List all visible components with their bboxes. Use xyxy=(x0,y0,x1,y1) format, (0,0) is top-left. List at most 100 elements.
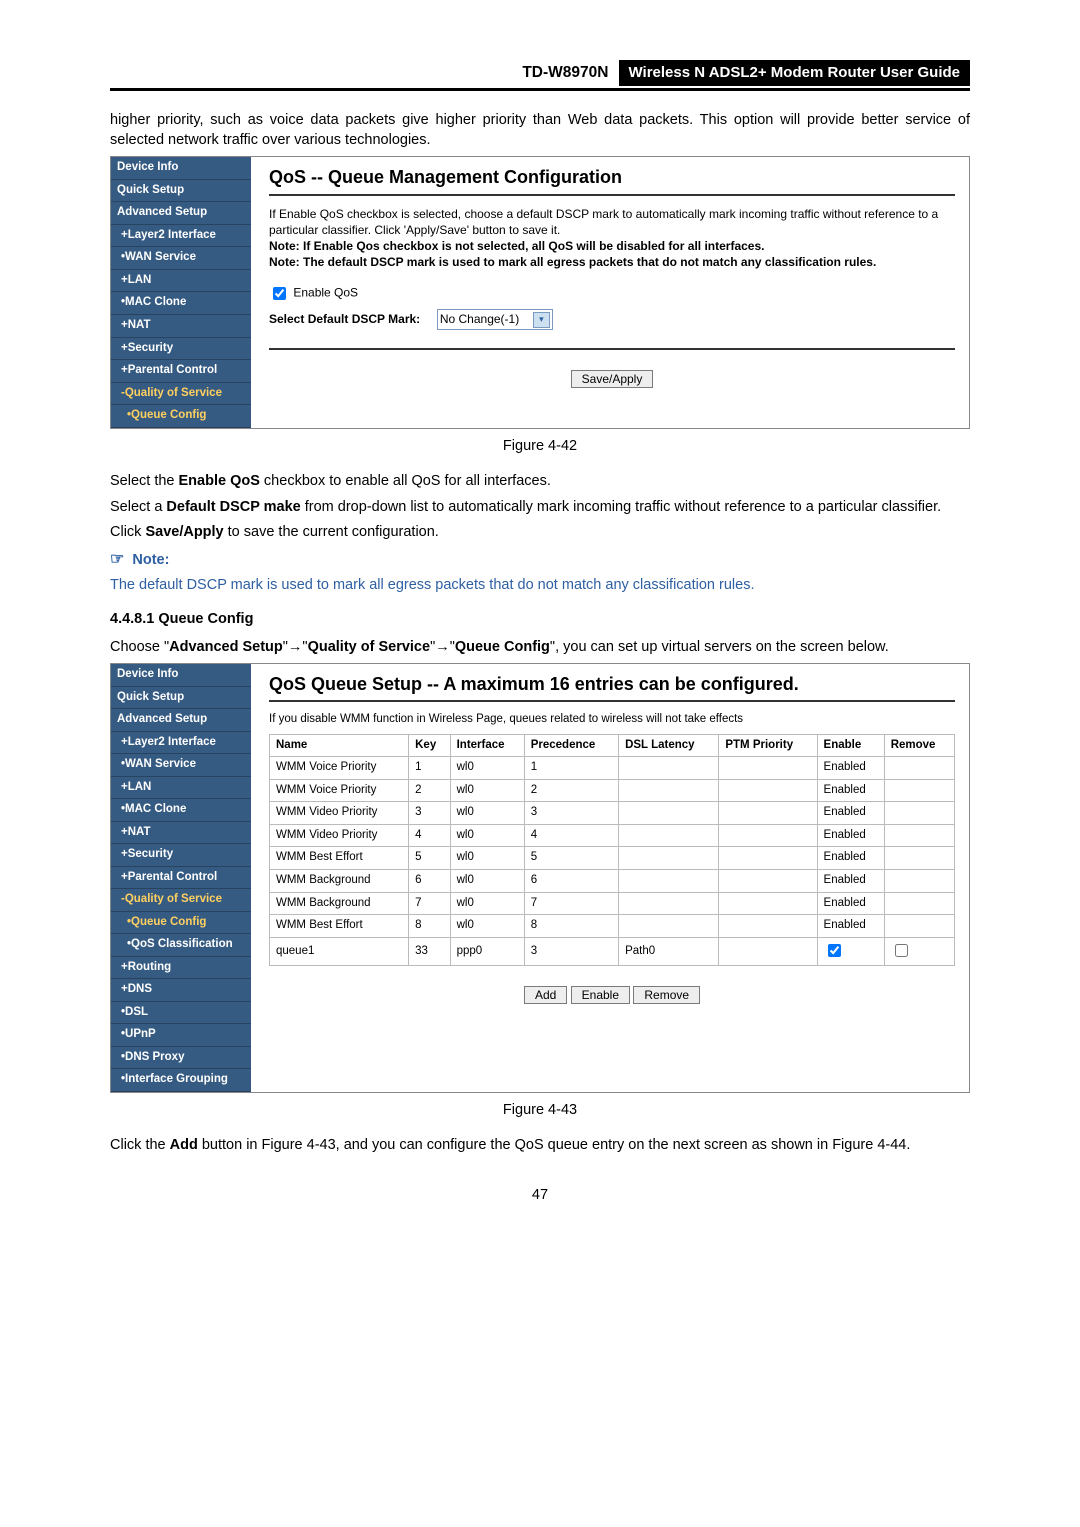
table-cell xyxy=(884,757,954,780)
table-cell xyxy=(719,915,817,938)
enable-button[interactable]: Enable xyxy=(571,986,630,1004)
table-cell: 8 xyxy=(409,915,450,938)
table-cell: WMM Background xyxy=(270,870,409,893)
sidebar-item[interactable]: +LAN xyxy=(111,777,251,800)
panel-text: Note: The default DSCP mark is used to m… xyxy=(269,254,955,270)
sidebar-item[interactable]: •MAC Clone xyxy=(111,292,251,315)
panel-text: Note: If Enable Qos checkbox is not sele… xyxy=(269,238,955,254)
router-sidebar: Device InfoQuick SetupAdvanced Setup+Lay… xyxy=(111,664,251,1092)
table-cell: 3 xyxy=(524,937,618,966)
sidebar-item[interactable]: +LAN xyxy=(111,270,251,293)
table-cell: WMM Voice Priority xyxy=(270,779,409,802)
table-row: WMM Background6wl06Enabled xyxy=(270,870,955,893)
table-cell: wl0 xyxy=(450,757,524,780)
sidebar-item[interactable]: +Layer2 Interface xyxy=(111,225,251,248)
table-cell: Enabled xyxy=(817,757,884,780)
panel-title: QoS -- Queue Management Configuration xyxy=(269,165,955,189)
enable-qos-label: Enable QoS xyxy=(293,286,358,300)
table-header: Name xyxy=(270,734,409,757)
table-cell: 5 xyxy=(524,847,618,870)
table-cell: Enabled xyxy=(817,824,884,847)
remove-checkbox[interactable] xyxy=(895,944,908,957)
save-apply-button[interactable]: Save/Apply xyxy=(571,370,654,388)
sidebar-item[interactable]: +Routing xyxy=(111,957,251,980)
table-cell: WMM Voice Priority xyxy=(270,757,409,780)
table-cell: wl0 xyxy=(450,802,524,825)
table-cell: wl0 xyxy=(450,779,524,802)
table-cell xyxy=(719,824,817,847)
sidebar-item[interactable]: •Interface Grouping xyxy=(111,1069,251,1092)
panel-text: If Enable QoS checkbox is selected, choo… xyxy=(269,206,955,238)
table-cell: 3 xyxy=(524,802,618,825)
table-cell: WMM Best Effort xyxy=(270,915,409,938)
remove-button[interactable]: Remove xyxy=(633,986,700,1004)
sidebar-item[interactable]: •DNS Proxy xyxy=(111,1047,251,1070)
table-cell xyxy=(884,802,954,825)
sidebar-item[interactable]: Device Info xyxy=(111,664,251,687)
body-text: Click Save/Apply to save the current con… xyxy=(110,523,970,543)
sidebar-item[interactable]: +Parental Control xyxy=(111,867,251,890)
table-cell: Enabled xyxy=(817,892,884,915)
table-cell: 5 xyxy=(409,847,450,870)
table-cell: queue1 xyxy=(270,937,409,966)
table-cell: 1 xyxy=(409,757,450,780)
table-cell: 8 xyxy=(524,915,618,938)
sidebar-item[interactable]: Advanced Setup xyxy=(111,202,251,225)
sidebar-item[interactable]: -Quality of Service xyxy=(111,889,251,912)
sidebar-item[interactable]: Quick Setup xyxy=(111,180,251,203)
sidebar-item[interactable]: •WAN Service xyxy=(111,247,251,270)
sidebar-item[interactable]: •MAC Clone xyxy=(111,799,251,822)
table-row: WMM Voice Priority2wl02Enabled xyxy=(270,779,955,802)
sidebar-item[interactable]: Device Info xyxy=(111,157,251,180)
sidebar-item[interactable]: •QoS Classification xyxy=(111,934,251,957)
figure-caption: Figure 4-42 xyxy=(110,437,970,457)
table-header: Precedence xyxy=(524,734,618,757)
add-button[interactable]: Add xyxy=(524,986,567,1004)
table-cell xyxy=(817,937,884,966)
sidebar-item[interactable]: -Quality of Service xyxy=(111,383,251,406)
sidebar-item[interactable]: •Queue Config xyxy=(111,405,251,428)
enable-qos-checkbox[interactable] xyxy=(273,287,286,300)
body-text: Select the Enable QoS checkbox to enable… xyxy=(110,472,970,492)
panel-subnote: If you disable WMM function in Wireless … xyxy=(269,712,955,728)
table-cell: wl0 xyxy=(450,915,524,938)
table-cell xyxy=(619,757,719,780)
table-cell xyxy=(719,779,817,802)
table-header: Remove xyxy=(884,734,954,757)
sidebar-item[interactable]: •UPnP xyxy=(111,1024,251,1047)
table-cell: 6 xyxy=(524,870,618,893)
sidebar-item[interactable]: •DSL xyxy=(111,1002,251,1025)
sidebar-item[interactable]: +Layer2 Interface xyxy=(111,732,251,755)
enable-qos-row: Enable QoS xyxy=(269,284,955,303)
sidebar-item[interactable]: •Queue Config xyxy=(111,912,251,935)
table-cell xyxy=(884,870,954,893)
sidebar-item[interactable]: •WAN Service xyxy=(111,754,251,777)
note-body: The default DSCP mark is used to mark al… xyxy=(110,576,970,596)
sidebar-item[interactable]: +Security xyxy=(111,844,251,867)
table-cell xyxy=(619,915,719,938)
figure-4-42-screenshot: Device InfoQuick SetupAdvanced Setup+Lay… xyxy=(110,156,970,428)
table-cell xyxy=(884,779,954,802)
table-cell: 3 xyxy=(409,802,450,825)
page-header: TD-W8970N Wireless N ADSL2+ Modem Router… xyxy=(110,60,970,91)
table-cell: Path0 xyxy=(619,937,719,966)
sidebar-item[interactable]: +DNS xyxy=(111,979,251,1002)
dscp-select[interactable]: No Change(-1) ▾ xyxy=(437,309,553,329)
table-cell xyxy=(719,847,817,870)
table-cell: 33 xyxy=(409,937,450,966)
sidebar-item[interactable]: +NAT xyxy=(111,315,251,338)
table-cell xyxy=(619,802,719,825)
table-cell xyxy=(884,937,954,966)
enable-checkbox[interactable] xyxy=(828,944,841,957)
table-cell xyxy=(884,915,954,938)
sidebar-item[interactable]: +Parental Control xyxy=(111,360,251,383)
sidebar-item[interactable]: +Security xyxy=(111,338,251,361)
sidebar-item[interactable]: +NAT xyxy=(111,822,251,845)
table-row: WMM Best Effort5wl05Enabled xyxy=(270,847,955,870)
table-cell: WMM Background xyxy=(270,892,409,915)
sidebar-item[interactable]: Quick Setup xyxy=(111,687,251,710)
table-row: queue133ppp03Path0 xyxy=(270,937,955,966)
sidebar-item[interactable]: Advanced Setup xyxy=(111,709,251,732)
note-heading: ☞ Note: xyxy=(110,549,970,571)
table-cell: Enabled xyxy=(817,779,884,802)
